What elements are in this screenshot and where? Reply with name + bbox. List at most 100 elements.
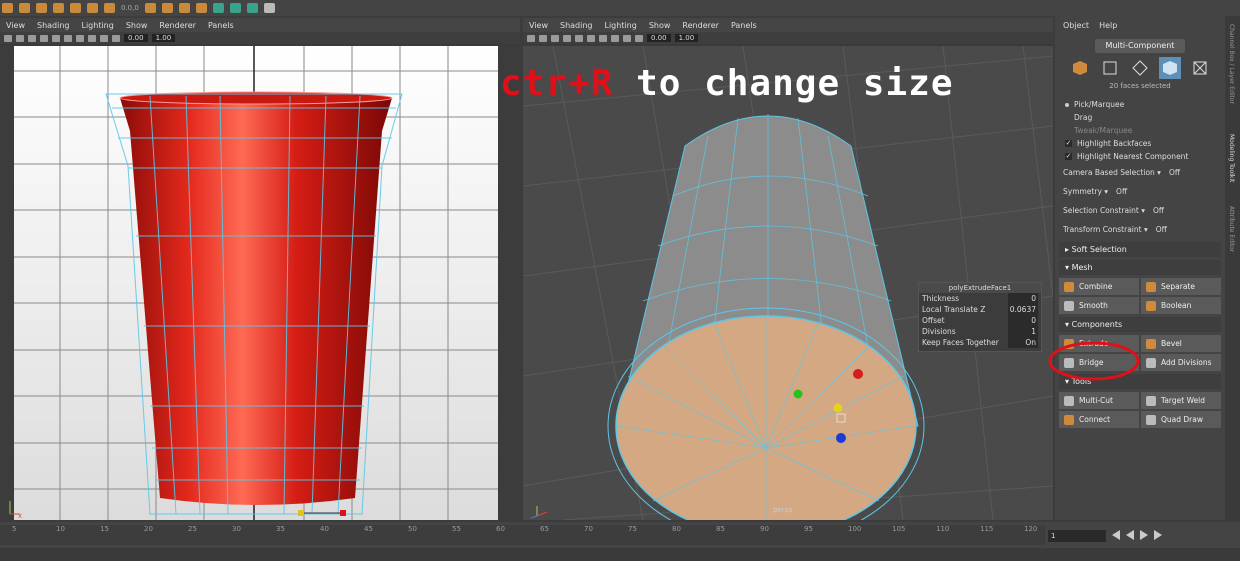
bevel-button[interactable]: Bevel [1141,335,1221,352]
smooth-shade-icon[interactable] [52,34,60,42]
menu-view[interactable]: View [529,21,548,30]
cube-icon[interactable] [178,3,190,13]
smooth-shade-icon[interactable] [575,34,583,42]
drag-option[interactable]: Drag [1055,111,1225,124]
step-back-icon[interactable] [1112,530,1120,540]
edge-mode-icon[interactable] [1129,57,1151,79]
grid-icon[interactable] [28,34,36,42]
menu-renderer[interactable]: Renderer [159,21,196,30]
gamma-field[interactable]: 1.00 [151,34,176,42]
boolean-button[interactable]: Boolean [1141,297,1221,314]
extrude-row-thickness[interactable]: Thickness 0 [919,293,1041,304]
paint-tool-icon[interactable] [36,3,47,13]
rotate-tool-icon[interactable] [70,3,81,13]
menu-show[interactable]: Show [649,21,671,30]
play-backwards-icon[interactable] [1126,530,1134,540]
gamma-field[interactable]: 1.00 [674,34,699,42]
highlight-backfaces-checkbox[interactable]: ✓ Highlight Backfaces [1055,137,1225,150]
soft-selection-section[interactable]: ▸ Soft Selection [1059,242,1221,257]
scale-tool-icon[interactable] [87,3,98,13]
menu-panels[interactable]: Panels [208,21,234,30]
wireframe-icon[interactable] [563,34,571,42]
separate-button[interactable]: Separate [1141,278,1221,295]
ipr-icon[interactable] [161,3,173,13]
mesh-section-header[interactable]: ▾ Mesh [1059,260,1221,275]
move-tool-icon[interactable] [53,3,64,13]
tutorial-overlay-text: ctr+R to change size [500,63,954,104]
camera-based-selection-dropdown[interactable]: Camera Based Selection ▾ Off [1055,163,1225,182]
menu-show[interactable]: Show [126,21,148,30]
uv-editor-icon[interactable] [263,3,275,13]
smooth-button[interactable]: Smooth [1059,297,1139,314]
snap-grid-icon[interactable] [104,3,115,13]
tab-modeling-toolkit[interactable]: Modeling Toolkit [1228,134,1235,182]
wireframe-icon[interactable] [40,34,48,42]
sphere-icon[interactable] [195,3,207,13]
bookmark-icon[interactable] [16,34,24,42]
pick-marquee-option[interactable]: Pick/Marquee [1055,98,1225,111]
xray-icon[interactable] [623,34,631,42]
front-viewport-canvas[interactable]: x [0,46,520,520]
poly-extrude-editor[interactable]: polyExtrudeFace1 Thickness 0 Local Transl… [918,282,1042,352]
combine-button[interactable]: Combine [1059,278,1139,295]
uv-mode-icon[interactable] [1189,57,1211,79]
extrude-row-divisions[interactable]: Divisions 1 [919,326,1041,337]
tab-attribute-editor[interactable]: Attribute Editor [1228,206,1235,252]
menu-renderer[interactable]: Renderer [682,21,719,30]
textured-icon[interactable] [64,34,72,42]
menu-shading[interactable]: Shading [37,21,70,30]
lasso-tool-icon[interactable] [19,3,30,13]
object-mode-icon[interactable] [1069,57,1091,79]
bookmark-icon[interactable] [539,34,547,42]
exposure-field[interactable]: 0.00 [124,34,148,42]
tweak-marquee-option[interactable]: Tweak/Marquee [1055,124,1225,137]
extrude-row-offset[interactable]: Offset 0 [919,315,1041,326]
tab-channel-box[interactable]: Channel Box / Layer Editor [1228,24,1235,104]
quad-draw-button[interactable]: Quad Draw [1141,411,1221,428]
transform-constraint-dropdown[interactable]: Transform Constraint ▾ Off [1055,220,1225,239]
camera-icon[interactable] [527,34,535,42]
layout-icon[interactable] [212,3,224,13]
add-divisions-button[interactable]: Add Divisions [1141,354,1221,371]
xray-icon[interactable] [100,34,108,42]
lights-icon[interactable] [599,34,607,42]
connect-button[interactable]: Connect [1059,411,1139,428]
shadows-icon[interactable] [611,34,619,42]
symmetry-dropdown[interactable]: Symmetry ▾ Off [1055,182,1225,201]
timeline-track[interactable]: 5 10 15 20 25 30 35 40 45 50 55 60 65 70 75 80 85 90 95 100… [0,525,1045,545]
multi-component-button[interactable]: Multi-Component [1095,39,1185,53]
menu-help[interactable]: Help [1099,21,1117,30]
components-section-header[interactable]: ▾ Components [1059,317,1221,332]
isolate-icon[interactable] [635,34,643,42]
menu-shading[interactable]: Shading [560,21,593,30]
select-tool-icon[interactable] [2,3,13,13]
vertex-mode-icon[interactable] [1099,57,1121,79]
step-forward-icon[interactable] [1154,530,1162,540]
textured-icon[interactable] [587,34,595,42]
menu-object[interactable]: Object [1063,21,1089,30]
multi-cut-button[interactable]: Multi-Cut [1059,392,1139,409]
front-viewport[interactable]: View Shading Lighting Show Renderer Pane… [0,18,520,520]
menu-view[interactable]: View [6,21,25,30]
face-mode-icon[interactable] [1159,57,1181,79]
target-weld-button[interactable]: Target Weld [1141,392,1221,409]
current-frame-field[interactable]: 1 [1048,530,1106,542]
exposure-field[interactable]: 0.00 [647,34,671,42]
outliner-icon[interactable] [229,3,241,13]
extrude-row-keep-faces[interactable]: Keep Faces Together On [919,337,1041,348]
lights-icon[interactable] [76,34,84,42]
menu-panels[interactable]: Panels [731,21,757,30]
extrude-row-translate-z[interactable]: Local Translate Z 0.0637 [919,304,1041,315]
menu-lighting[interactable]: Lighting [604,21,636,30]
shadows-icon[interactable] [88,34,96,42]
play-forward-icon[interactable] [1140,530,1148,540]
time-slider[interactable]: 5 10 15 20 25 30 35 40 45 50 55 60 65 70 75 80 85 90 95 100… [0,522,1240,548]
hypershade-icon[interactable] [246,3,258,13]
highlight-nearest-checkbox[interactable]: ✓ Highlight Nearest Component [1055,150,1225,163]
isolate-icon[interactable] [112,34,120,42]
grid-icon[interactable] [551,34,559,42]
render-icon[interactable] [144,3,156,13]
menu-lighting[interactable]: Lighting [81,21,113,30]
selection-constraint-dropdown[interactable]: Selection Constraint ▾ Off [1055,201,1225,220]
camera-icon[interactable] [4,34,12,42]
